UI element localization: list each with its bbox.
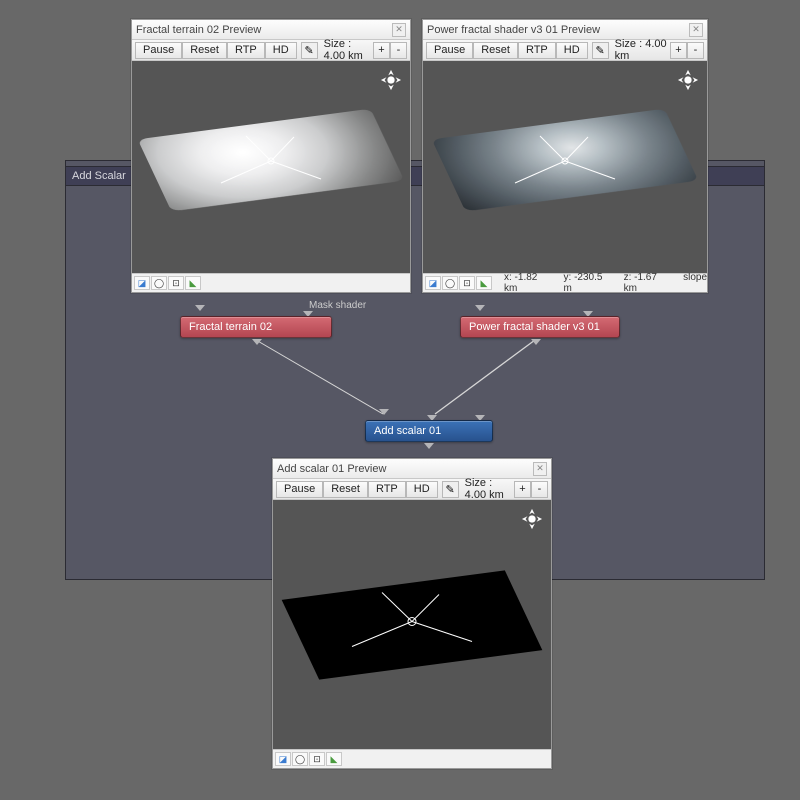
reset-button[interactable]: Reset bbox=[323, 481, 368, 498]
size-label: Size : 4.00 km bbox=[318, 38, 373, 62]
port-in-icon[interactable] bbox=[475, 305, 485, 311]
port-label: Mask shader bbox=[309, 300, 366, 311]
node-label: Power fractal shader v3 01 bbox=[469, 321, 600, 333]
status-icon[interactable]: ◣ bbox=[185, 276, 201, 290]
zoom-out-button[interactable]: - bbox=[390, 42, 407, 59]
port-out-icon[interactable] bbox=[252, 339, 262, 345]
preview-toolbar: Pause Reset RTP HD ✎ Size : 4.00 km + - bbox=[423, 40, 707, 61]
coord-x: x: -1.82 km bbox=[504, 272, 546, 294]
size-label: Size : 4.00 km bbox=[609, 38, 670, 62]
coord-z: z: -1.67 km bbox=[624, 272, 666, 294]
preview-toolbar: Pause Reset RTP HD ✎ Size : 4.00 km + - bbox=[273, 479, 551, 500]
port-out-icon[interactable] bbox=[424, 443, 434, 449]
preview-window-power-fractal: Power fractal shader v3 01 Preview ✕ Pau… bbox=[422, 19, 708, 293]
camera-gizmo-icon bbox=[216, 131, 326, 191]
preview-window-fractal-terrain: Fractal terrain 02 Preview ✕ Pause Reset… bbox=[131, 19, 411, 293]
compass-icon[interactable] bbox=[521, 508, 543, 530]
preview-statusbar: ◪ ◯ ⊡ ◣ bbox=[132, 273, 410, 292]
pause-button[interactable]: Pause bbox=[426, 42, 473, 59]
preview-titlebar[interactable]: Fractal terrain 02 Preview ✕ bbox=[132, 20, 410, 40]
node-label: Add scalar 01 bbox=[374, 425, 441, 437]
zoom-in-button[interactable]: + bbox=[514, 481, 531, 498]
status-icon[interactable]: ◪ bbox=[275, 752, 291, 766]
port-in-icon[interactable] bbox=[195, 305, 205, 311]
preview-title: Fractal terrain 02 Preview bbox=[136, 24, 392, 36]
status-icon[interactable]: ◪ bbox=[425, 276, 441, 290]
preview-title: Power fractal shader v3 01 Preview bbox=[427, 24, 689, 36]
status-icon[interactable]: ⊡ bbox=[459, 276, 475, 290]
preview-toolbar: Pause Reset RTP HD ✎ Size : 4.00 km + - bbox=[132, 40, 410, 61]
close-icon[interactable]: ✕ bbox=[533, 462, 547, 476]
reset-button[interactable]: Reset bbox=[473, 42, 518, 59]
status-icon[interactable]: ◪ bbox=[134, 276, 150, 290]
camera-gizmo-icon bbox=[347, 586, 477, 656]
preview-viewport[interactable] bbox=[423, 61, 707, 273]
hd-button[interactable]: HD bbox=[265, 42, 297, 59]
camera-gizmo-icon bbox=[510, 131, 620, 191]
status-icon[interactable]: ◯ bbox=[151, 276, 167, 290]
status-icon[interactable]: ⊡ bbox=[168, 276, 184, 290]
zoom-out-button[interactable]: - bbox=[687, 42, 704, 59]
preview-statusbar: ◪ ◯ ⊡ ◣ bbox=[273, 749, 551, 768]
preview-window-add-scalar: Add scalar 01 Preview ✕ Pause Reset RTP … bbox=[272, 458, 552, 769]
node-power-fractal-shader[interactable]: Power fractal shader v3 01 bbox=[460, 316, 620, 338]
zoom-in-button[interactable]: + bbox=[373, 42, 390, 59]
close-icon[interactable]: ✕ bbox=[392, 23, 406, 37]
coord-slope: slope bbox=[683, 272, 707, 294]
preview-titlebar[interactable]: Power fractal shader v3 01 Preview ✕ bbox=[423, 20, 707, 40]
node-fractal-terrain[interactable]: Fractal terrain 02 bbox=[180, 316, 332, 338]
port-out-icon[interactable] bbox=[531, 339, 541, 345]
status-icon[interactable]: ⊡ bbox=[309, 752, 325, 766]
preview-viewport[interactable] bbox=[273, 500, 551, 749]
status-icon[interactable]: ◣ bbox=[326, 752, 342, 766]
close-icon[interactable]: ✕ bbox=[689, 23, 703, 37]
preview-title: Add scalar 01 Preview bbox=[277, 463, 533, 475]
port-in-icon[interactable] bbox=[379, 409, 389, 415]
hd-button[interactable]: HD bbox=[556, 42, 588, 59]
preview-viewport[interactable] bbox=[132, 61, 410, 273]
compass-icon[interactable] bbox=[380, 69, 402, 91]
hd-button[interactable]: HD bbox=[406, 481, 438, 498]
tool-icon[interactable]: ✎ bbox=[301, 42, 318, 59]
node-label: Fractal terrain 02 bbox=[189, 321, 272, 333]
compass-icon[interactable] bbox=[677, 69, 699, 91]
size-label: Size : 4.00 km bbox=[459, 477, 514, 501]
tool-icon[interactable]: ✎ bbox=[442, 481, 459, 498]
tool-icon[interactable]: ✎ bbox=[592, 42, 609, 59]
status-icon[interactable]: ◯ bbox=[292, 752, 308, 766]
rtp-button[interactable]: RTP bbox=[368, 481, 406, 498]
preview-statusbar: ◪ ◯ ⊡ ◣ x: -1.82 km y: -230.5 m z: -1.67… bbox=[423, 273, 707, 292]
rtp-button[interactable]: RTP bbox=[518, 42, 556, 59]
pause-button[interactable]: Pause bbox=[276, 481, 323, 498]
node-add-scalar[interactable]: Add scalar 01 bbox=[365, 420, 493, 442]
preview-titlebar[interactable]: Add scalar 01 Preview ✕ bbox=[273, 459, 551, 479]
rtp-button[interactable]: RTP bbox=[227, 42, 265, 59]
zoom-in-button[interactable]: + bbox=[670, 42, 687, 59]
status-icon[interactable]: ◣ bbox=[476, 276, 492, 290]
port-row-terrain bbox=[195, 305, 205, 311]
pause-button[interactable]: Pause bbox=[135, 42, 182, 59]
reset-button[interactable]: Reset bbox=[182, 42, 227, 59]
zoom-out-button[interactable]: - bbox=[531, 481, 548, 498]
coord-y: y: -230.5 m bbox=[564, 272, 606, 294]
port-row-shader bbox=[475, 305, 485, 311]
status-icon[interactable]: ◯ bbox=[442, 276, 458, 290]
port-row-add bbox=[379, 409, 389, 415]
